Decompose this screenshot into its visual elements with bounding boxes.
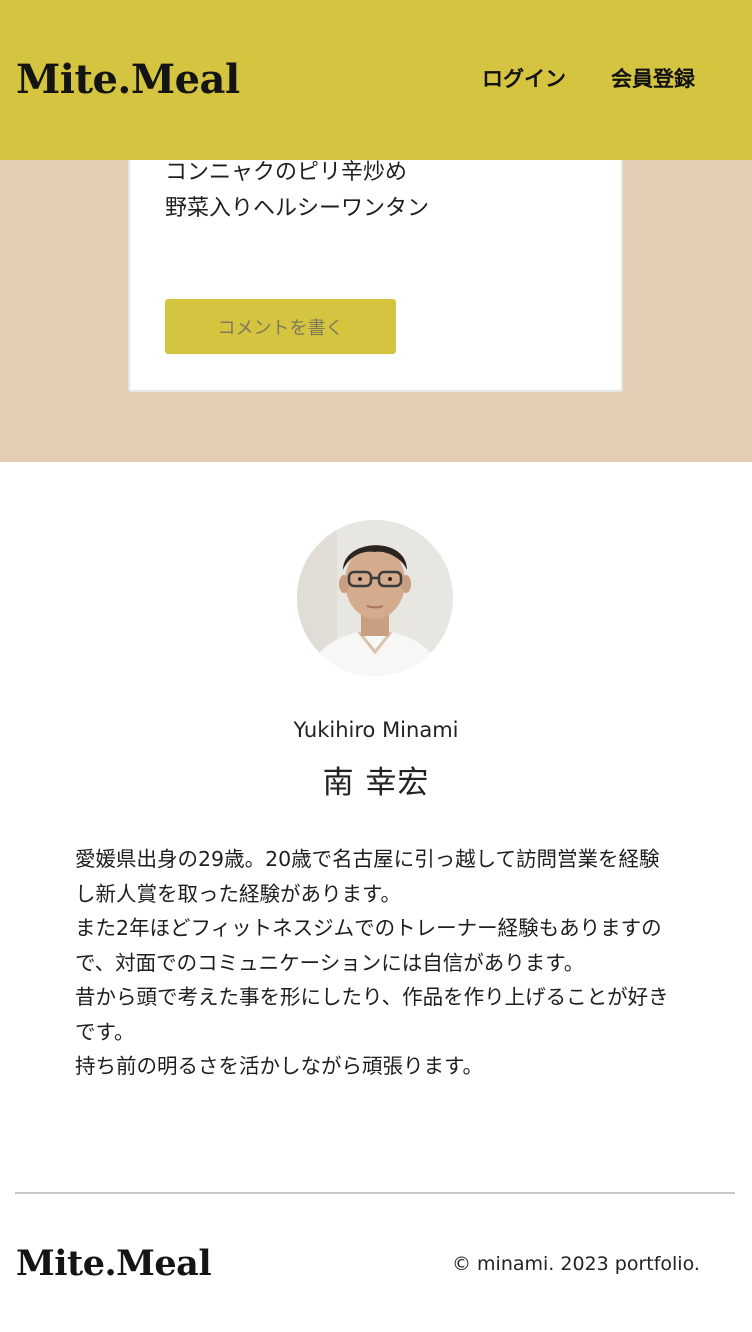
recipe-list: コンニャクのピリ辛炒め 野菜入りヘルシーワンタン	[165, 155, 429, 227]
copyright-text: © minami. 2023 portfolio.	[452, 1253, 700, 1275]
footer-divider	[15, 1192, 735, 1194]
site-logo[interactable]: Mite.Meal	[16, 56, 240, 104]
bio-paragraph: 持ち前の明るさを活かしながら頑張ります。	[75, 1054, 483, 1078]
login-link[interactable]: ログイン	[482, 64, 566, 94]
recipe-item: 野菜入りヘルシーワンタン	[165, 196, 430, 221]
signup-link[interactable]: 会員登録	[611, 64, 695, 94]
write-comment-button[interactable]: コメントを書く	[165, 299, 396, 354]
bio-paragraph: 昔から頭で考えた事を形にしたり、作品を作り上げることが好きです。	[75, 985, 669, 1044]
bio-paragraph: 愛媛県出身の29歳。20歳で名古屋に引っ越して訪問営業を経験し新人賞を取った経験…	[75, 847, 660, 906]
footer-logo[interactable]: Mite.Meal	[16, 1243, 212, 1285]
avatar	[297, 520, 453, 676]
bio-paragraph: また2年ほどフィットネスジムでのトレーナー経験もありますので、対面でのコミュニケ…	[75, 916, 662, 975]
person-photo-icon	[297, 520, 453, 676]
profile-bio: 愛媛県出身の29歳。20歳で名古屋に引っ越して訪問営業を経験し新人賞を取った経験…	[75, 842, 675, 1084]
profile-name-english: Yukihiro Minami	[293, 718, 459, 742]
profile-name-japanese: 南 幸宏	[322, 765, 430, 801]
recipe-item: コンニャクのピリ辛炒め	[165, 160, 408, 185]
site-header: Mite.Meal ログイン 会員登録	[0, 0, 752, 160]
